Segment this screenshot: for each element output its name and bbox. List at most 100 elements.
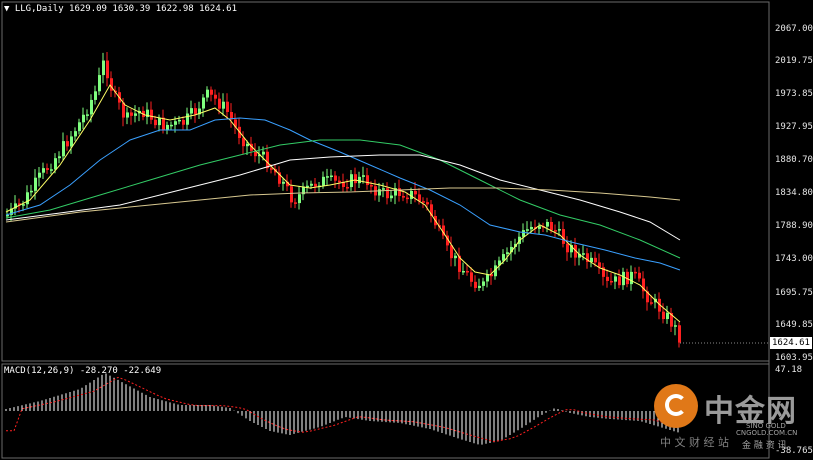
candle-body	[398, 188, 401, 196]
price-tick: 1649.85	[775, 320, 813, 330]
candle-body	[402, 195, 405, 198]
candle-body	[46, 168, 49, 170]
candle-body	[354, 174, 357, 184]
candle-body	[506, 252, 509, 255]
candle-body	[562, 229, 565, 244]
price-panel-frame	[1, 1, 770, 362]
candle-body	[414, 190, 417, 195]
candle-body	[382, 188, 385, 190]
candle-body	[190, 108, 193, 114]
candle-body	[202, 97, 205, 109]
candle-body	[338, 180, 341, 183]
price-tick: 2019.75	[775, 56, 813, 66]
candle-body	[42, 168, 45, 173]
candle-body	[482, 281, 485, 286]
candle-body	[346, 187, 349, 189]
candle-body	[526, 229, 529, 231]
candle-body	[166, 124, 169, 130]
candle-body	[622, 271, 625, 286]
symbol-label: LLG,Daily	[14, 4, 64, 14]
price-tick: 1834.80	[775, 188, 813, 198]
candle-body	[262, 151, 265, 155]
candle-body	[662, 311, 665, 320]
candle-body	[530, 226, 533, 230]
current-price-tag: 1624.61	[770, 337, 812, 349]
chart-header: ▼ LLG,Daily 1629.09 1630.39 1622.98 1624…	[4, 4, 237, 14]
price-tick: 1880.70	[775, 155, 813, 165]
candle-body	[362, 175, 365, 177]
candle-body	[270, 168, 273, 170]
candle-body	[522, 230, 525, 237]
candle-body	[582, 253, 585, 255]
candle-body	[174, 121, 177, 125]
candle-body	[410, 190, 413, 199]
candle-body	[330, 175, 333, 178]
candle-body	[558, 229, 561, 231]
candle-body	[38, 172, 41, 178]
candle-body	[34, 177, 37, 191]
candle-body	[126, 112, 129, 118]
ma-line-white	[5, 154, 681, 241]
candle-body	[54, 158, 57, 170]
price-tick: 1743.00	[775, 254, 813, 264]
candle-body	[210, 89, 213, 95]
candle-body	[30, 190, 33, 193]
macd-signal-line	[6, 376, 679, 443]
candle-body	[178, 119, 181, 122]
candle-body	[502, 254, 505, 261]
candle-body	[74, 131, 77, 137]
candle-body	[678, 325, 681, 343]
candle-body	[158, 117, 161, 126]
candle-body	[638, 272, 641, 279]
watermark-url: CNGOLD.COM.CN	[736, 429, 798, 437]
ma-line-green	[5, 139, 681, 259]
macd-tick: 47.18	[775, 365, 803, 375]
candle-body	[78, 122, 81, 132]
candle-body	[206, 89, 209, 98]
candle-body	[90, 99, 93, 115]
candle-body	[322, 176, 325, 186]
candle-body	[470, 272, 473, 282]
candle-body	[86, 114, 89, 116]
candle-body	[618, 276, 621, 286]
candle-body	[58, 156, 61, 159]
candle-body	[370, 185, 373, 187]
candle-body	[406, 197, 409, 200]
candle-body	[630, 271, 633, 285]
ma-line-blue	[5, 117, 681, 271]
candle-body	[50, 169, 53, 171]
price-tick: 1788.90	[775, 221, 813, 231]
candle-body	[26, 192, 29, 205]
candle-body	[674, 325, 677, 327]
candle-body	[546, 221, 549, 227]
ohlc-readout: 1629.09 1630.39 1622.98 1624.61	[69, 4, 238, 14]
candle-body	[266, 151, 269, 169]
candle-body	[70, 136, 73, 147]
price-tick: 1973.85	[775, 89, 813, 99]
candle-body	[194, 108, 197, 115]
candle-body	[150, 109, 153, 120]
sino-gold-logo-icon	[654, 384, 698, 428]
candle-body	[378, 189, 381, 196]
candle-body	[614, 276, 617, 282]
candle-body	[422, 201, 425, 203]
candle-body	[314, 183, 317, 187]
candle-body	[222, 101, 225, 109]
watermark-tagline: 中 文 财 经 站	[660, 436, 729, 449]
candle-body	[106, 60, 109, 79]
candle-body	[594, 257, 597, 263]
candle-body	[566, 243, 569, 253]
candle-body	[554, 230, 557, 232]
candle-body	[474, 281, 477, 288]
candle-body	[102, 60, 105, 76]
candle-body	[666, 312, 669, 320]
candle-body	[182, 119, 185, 125]
candle-body	[290, 186, 293, 203]
candle-body	[462, 270, 465, 273]
chart-menu-icon[interactable]: ▼	[4, 4, 9, 14]
candle-body	[218, 98, 221, 109]
ma-line-yellow	[5, 84, 681, 323]
candle-body	[358, 176, 361, 184]
candle-body	[98, 75, 101, 92]
candle-body	[214, 94, 217, 99]
